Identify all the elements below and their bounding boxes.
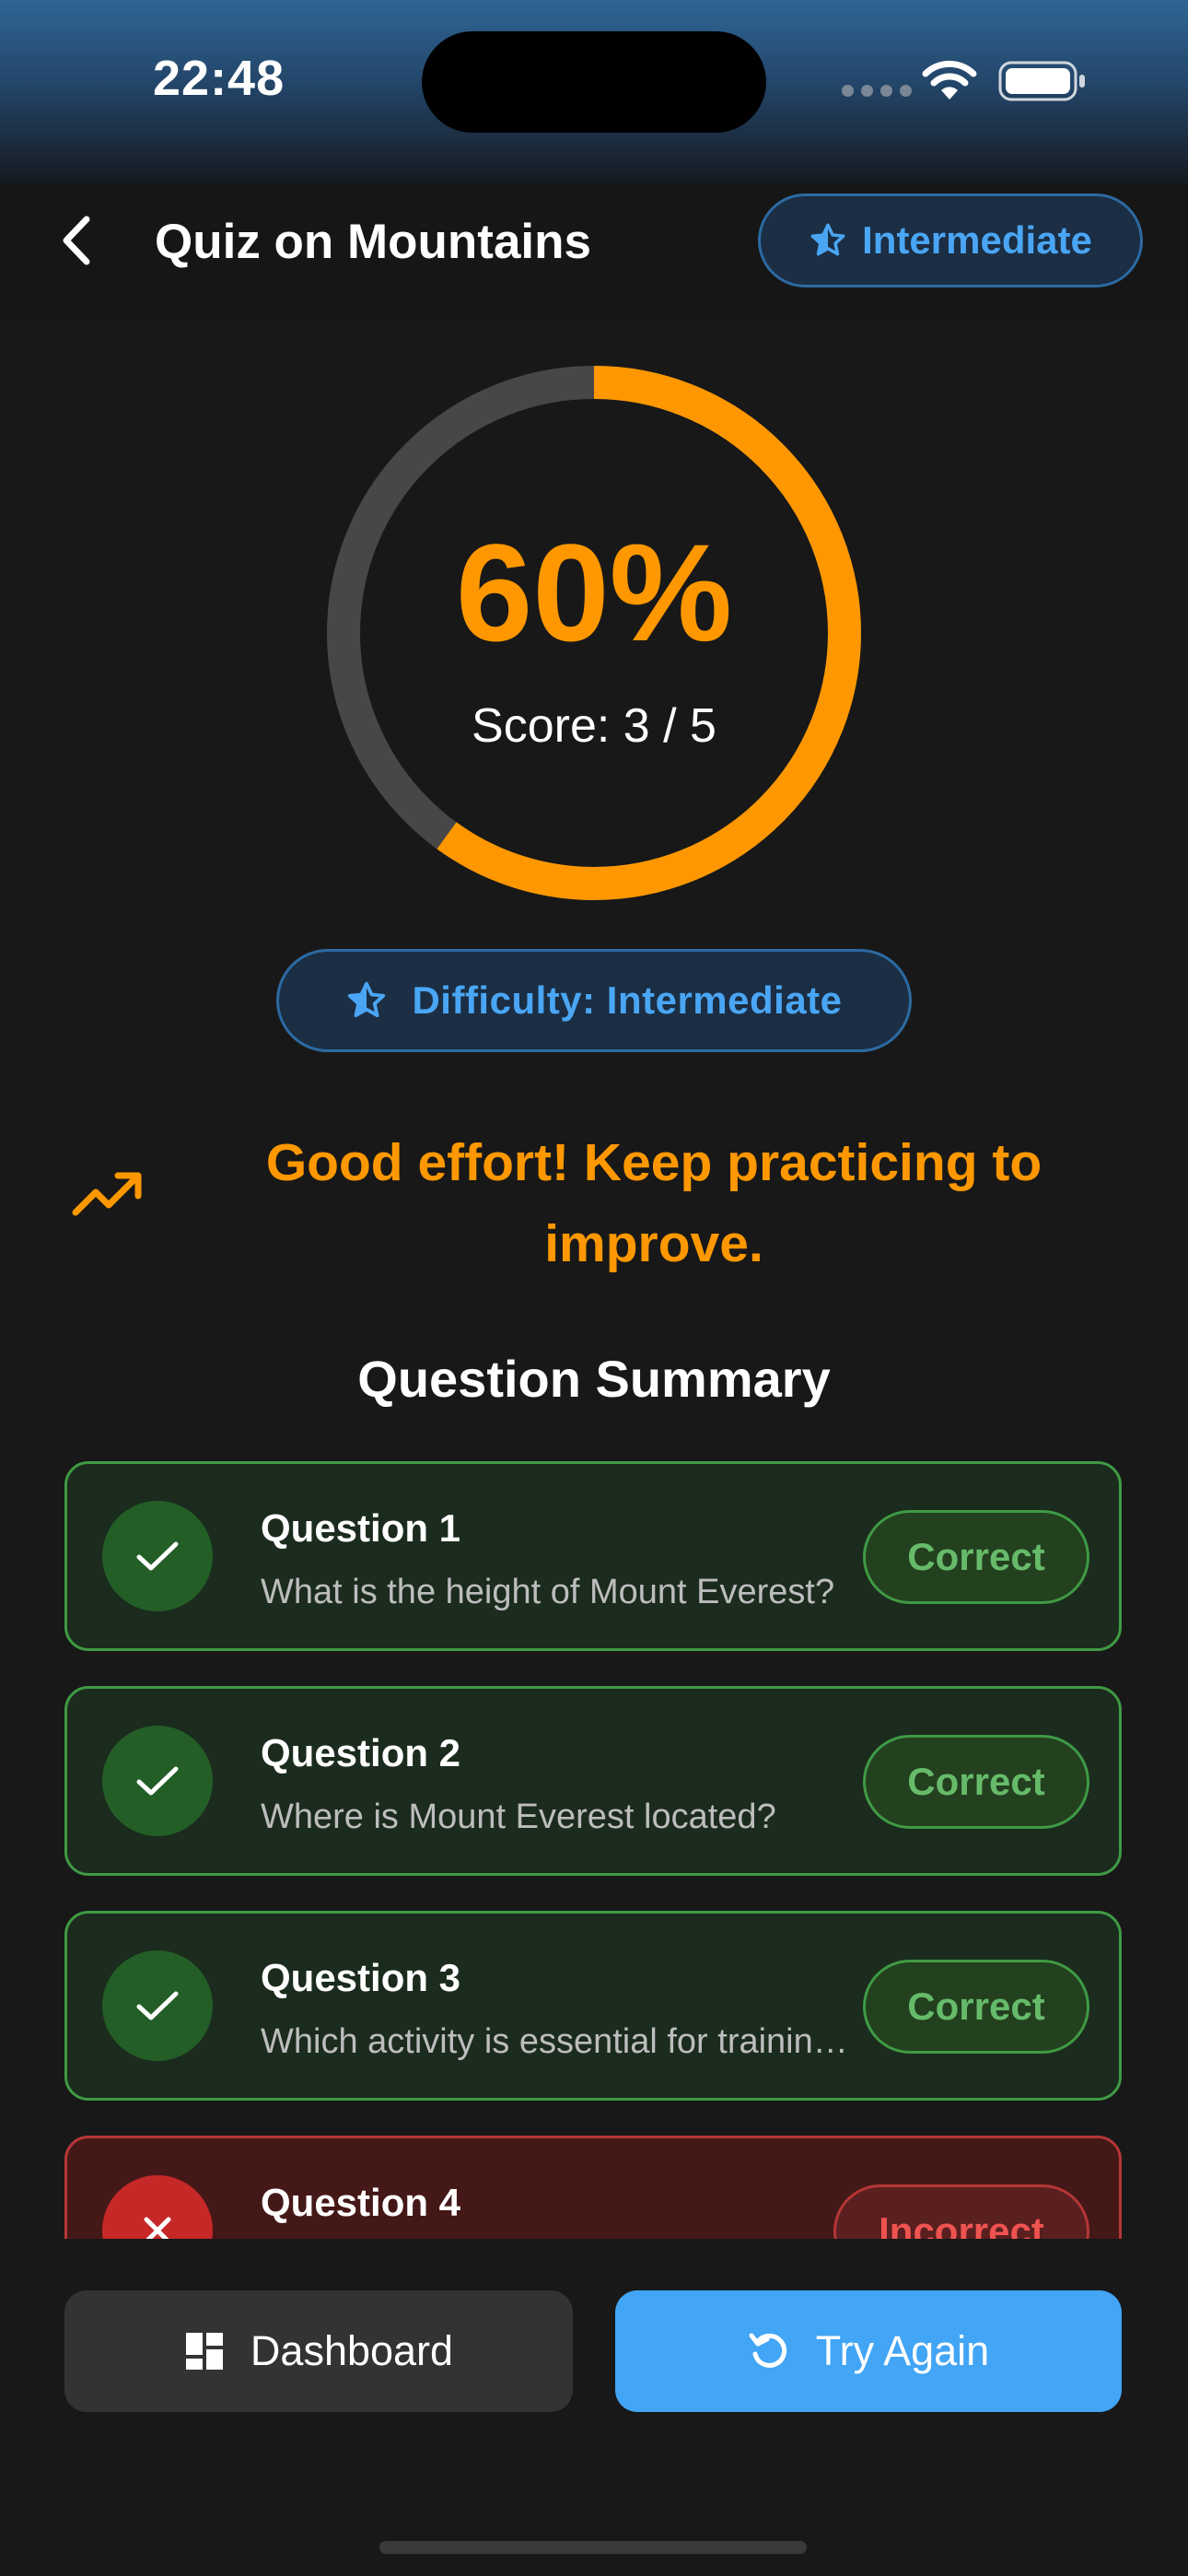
home-indicator[interactable] xyxy=(379,2541,807,2554)
refresh-icon xyxy=(749,2333,786,2368)
correct-status xyxy=(102,1501,213,1611)
question-card[interactable]: Question 2 Where is Mount Everest locate… xyxy=(64,1686,1122,1876)
summary-heading: Question Summary xyxy=(357,1350,831,1408)
score-count: Score: 3 / 5 xyxy=(472,699,716,753)
question-card[interactable]: Question 1 What is the height of Mount E… xyxy=(64,1461,1122,1651)
result-badge: Correct xyxy=(863,1960,1089,2054)
result-badge: Incorrect xyxy=(833,2184,1089,2239)
star-half-icon xyxy=(810,223,845,256)
score-percent: 60% xyxy=(455,515,733,670)
page-title: Quiz on Mountains xyxy=(155,215,591,269)
trending-up-icon xyxy=(72,1172,142,1216)
battery-icon xyxy=(998,61,1085,101)
level-chip-label: Intermediate xyxy=(862,218,1092,262)
dashboard-button-label: Dashboard xyxy=(250,2327,454,2374)
try-again-button[interactable]: Try Again xyxy=(615,2290,1122,2412)
dashboard-grid-icon xyxy=(185,2333,223,2370)
dynamic-island xyxy=(422,31,766,133)
dashboard-button[interactable]: Dashboard xyxy=(64,2290,573,2412)
question-card[interactable]: Question 3 Which activity is essential f… xyxy=(64,1911,1122,2101)
question-list[interactable]: Question 1 What is the height of Mount E… xyxy=(64,1461,1124,2239)
wifi-icon xyxy=(922,60,977,100)
question-title: Question 1 xyxy=(261,1506,461,1550)
quiz-results-screen: 22:48 Quiz on Mountains Intermediate 60%… xyxy=(0,0,1188,2576)
result-badge: Correct xyxy=(863,1510,1089,1604)
check-icon xyxy=(136,1766,179,1796)
close-icon xyxy=(144,2217,171,2239)
feedback-message: Good effort! Keep practicing to improve. xyxy=(265,1133,1042,1273)
score-ring: 60% Score: 3 / 5 xyxy=(326,365,862,901)
question-title: Question 2 xyxy=(261,1731,461,1774)
question-text: What is the height of Mount Everest? xyxy=(261,1573,835,1611)
check-icon xyxy=(136,1541,179,1571)
question-title: Question 4 xyxy=(261,2181,461,2224)
star-half-icon xyxy=(348,981,386,1018)
incorrect-status xyxy=(102,2175,213,2239)
question-text: Where is Mount Everest located? xyxy=(261,1797,776,1836)
correct-status xyxy=(102,1950,213,2061)
question-text: Which activity is essential for training… xyxy=(261,2022,850,2061)
correct-status xyxy=(102,1726,213,1836)
back-chevron-icon[interactable] xyxy=(50,208,105,273)
difficulty-label: Difficulty: Intermediate xyxy=(412,978,843,1022)
question-card[interactable]: Question 4 Incorrect xyxy=(64,2136,1122,2239)
result-badge: Correct xyxy=(863,1735,1089,1829)
difficulty-chip: Difficulty: Intermediate xyxy=(276,949,912,1052)
try-again-button-label: Try Again xyxy=(815,2327,990,2374)
question-title: Question 3 xyxy=(261,1956,461,1999)
check-icon xyxy=(136,1991,179,2020)
level-chip[interactable]: Intermediate xyxy=(758,193,1143,287)
status-time: 22:48 xyxy=(153,51,285,106)
cellular-signal-icon xyxy=(842,85,919,101)
status-bar: 22:48 xyxy=(0,0,1188,184)
